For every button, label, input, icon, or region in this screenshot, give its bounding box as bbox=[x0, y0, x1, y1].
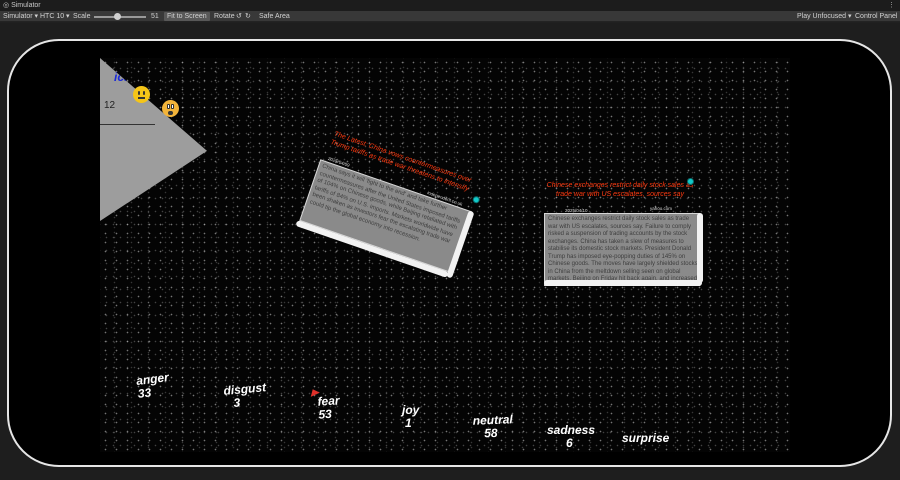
window-title-bar: ◎ Simulator ⋮ bbox=[0, 0, 900, 11]
scale-value: 51 bbox=[151, 13, 159, 20]
card-2-scrollbar[interactable] bbox=[697, 213, 703, 283]
emotion-disgust: disgust 3 bbox=[223, 380, 268, 411]
rotate-left-icon[interactable]: ↺ bbox=[236, 11, 242, 22]
smiley-emoji-icon[interactable] bbox=[133, 86, 150, 103]
emotion-count: 6 bbox=[566, 436, 573, 450]
scared-emoji-icon[interactable] bbox=[162, 100, 179, 117]
card-2-source: yahoo.com bbox=[650, 206, 673, 211]
emotion-sadness: sadness 6 bbox=[547, 424, 595, 450]
rotate-right-icon[interactable]: ↻ bbox=[245, 11, 251, 22]
rotated-info-panel: ica 12 bbox=[100, 58, 207, 221]
play-mode-dropdown[interactable]: Play Unfocused ▾ bbox=[797, 11, 852, 22]
card-2-body: Chinese exchanges restrict daily stock s… bbox=[544, 213, 700, 286]
simulator-window-icon: ◎ bbox=[3, 2, 10, 9]
control-panel-button[interactable]: Control Panel bbox=[855, 11, 897, 22]
emotion-joy: joy 1 bbox=[402, 404, 419, 430]
scale-label: Scale bbox=[73, 13, 91, 20]
emotion-count: 53 bbox=[317, 406, 333, 422]
emotion-fear: fear 53 bbox=[317, 393, 341, 422]
card-2-scroll-rail[interactable] bbox=[544, 280, 702, 286]
card-2-title: Chinese exchanges restrict daily stock s… bbox=[546, 182, 694, 198]
more-options-icon[interactable]: ⋮ bbox=[888, 0, 895, 11]
panel-partial-title: ica bbox=[114, 70, 131, 84]
panel-divider bbox=[100, 124, 155, 125]
game-screen[interactable]: ica 12 The Latest: China vows countermea… bbox=[100, 58, 790, 452]
panel-partial-number: 12 bbox=[104, 100, 116, 111]
emotion-label: surprise bbox=[622, 431, 670, 445]
rotate-label: Rotate bbox=[214, 13, 235, 20]
news-card-1[interactable]: The Latest: China vows countermeasures o… bbox=[256, 118, 494, 325]
emotion-count: 33 bbox=[136, 385, 152, 401]
scale-slider-handle[interactable] bbox=[114, 13, 121, 20]
safe-area-toggle[interactable]: Safe Area bbox=[259, 11, 290, 22]
simulator-toolbar: Simulator ▾ HTC 10 ▾ Scale 51 Fit to Scr… bbox=[0, 11, 900, 22]
emotion-count: 1 bbox=[405, 416, 412, 430]
device-dropdown[interactable]: HTC 10 ▾ bbox=[40, 11, 70, 22]
card-1-info-icon[interactable] bbox=[471, 195, 481, 205]
fit-to-screen-button[interactable]: Fit to Screen bbox=[164, 12, 210, 21]
emotion-neutral: neutral 58 bbox=[473, 412, 514, 441]
emotion-anger: anger 33 bbox=[135, 370, 172, 401]
card-2-text: Chinese exchanges restrict daily stock s… bbox=[548, 216, 698, 285]
emotion-count: 58 bbox=[483, 425, 498, 441]
card-2-info-icon[interactable] bbox=[687, 178, 694, 185]
mode-dropdown[interactable]: Simulator ▾ bbox=[3, 11, 38, 22]
emotion-surprise: surprise bbox=[622, 432, 669, 445]
window-title: Simulator bbox=[11, 2, 41, 9]
